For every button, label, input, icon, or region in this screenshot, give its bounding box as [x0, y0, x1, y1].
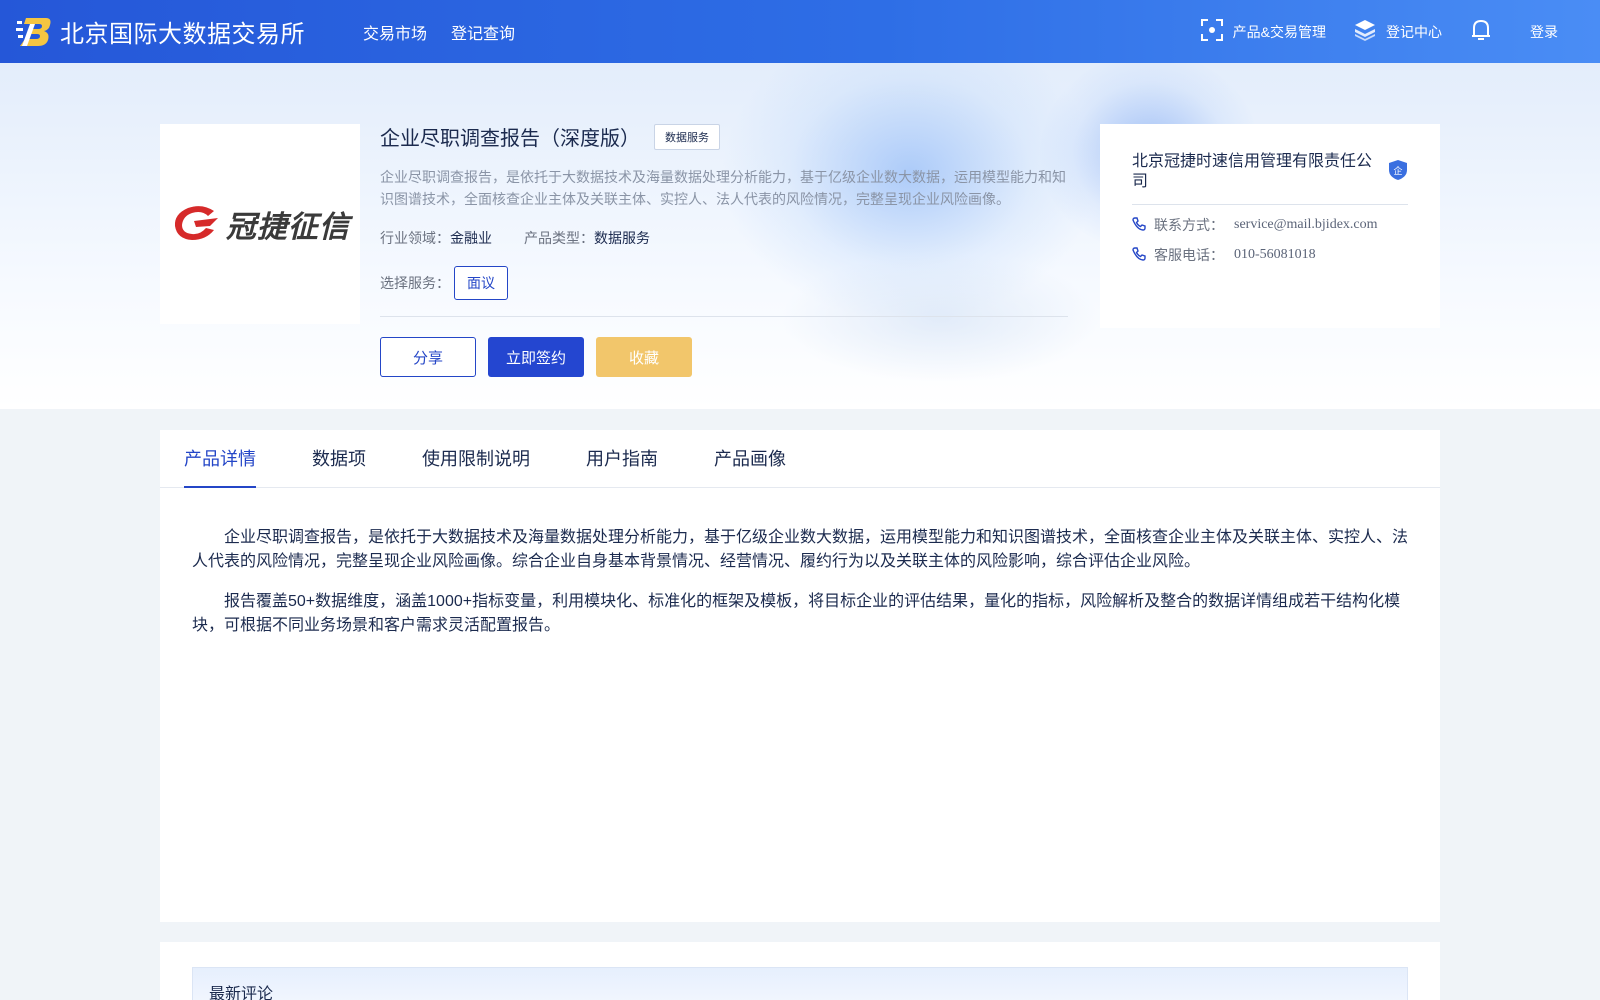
product-type-value: 数据服务	[594, 230, 650, 246]
service-phone: 010-56081018	[1234, 247, 1316, 262]
sign-now-button[interactable]: 立即签约	[488, 337, 584, 377]
detail-content: 企业尽职调查报告，是依托于大数据技术及海量数据处理分析能力，基于亿级企业数大数据…	[160, 488, 1440, 638]
enterprise-badge-text: 企	[1393, 165, 1402, 177]
product-type-label: 产品类型：	[524, 230, 594, 246]
phone-icon	[1132, 246, 1146, 264]
product-title-row: 企业尽职调查报告（深度版） 数据服务	[380, 122, 720, 151]
register-center-label: 登记中心	[1386, 23, 1442, 40]
company-name[interactable]: 北京冠捷时速信用管理有限责任公司	[1132, 152, 1382, 192]
product-detail-panel: 产品详情 数据项 使用限制说明 用户指南 产品画像 企业尽职调查报告，是依托于大…	[160, 430, 1440, 922]
tab-data-items[interactable]: 数据项	[312, 430, 366, 488]
detail-tabs: 产品详情 数据项 使用限制说明 用户指南 产品画像	[160, 430, 1440, 488]
guanjie-swoosh-icon	[174, 206, 218, 240]
enterprise-shield-icon: 企	[1388, 159, 1408, 186]
nav-trading-market[interactable]: 交易市场	[363, 20, 427, 44]
scan-icon	[1200, 19, 1223, 44]
logo-text: 冠捷征信	[226, 211, 350, 244]
service-option-negotiable[interactable]: 面议	[454, 266, 508, 300]
service-label: 选择服务：	[380, 275, 450, 291]
product-title: 企业尽职调查报告（深度版）	[380, 128, 640, 150]
tab-user-guide[interactable]: 用户指南	[586, 430, 658, 488]
share-button[interactable]: 分享	[380, 337, 476, 377]
service-phone-row: 客服电话： 010-56081018	[1132, 245, 1408, 265]
product-trade-management-label: 产品&交易管理	[1232, 23, 1326, 40]
bjidex-logo-icon	[16, 15, 52, 49]
tab-usage-restrictions[interactable]: 使用限制说明	[422, 430, 530, 488]
company-header: 北京冠捷时速信用管理有限责任公司 企	[1132, 152, 1408, 205]
layers-icon	[1354, 19, 1376, 44]
nav-registration-query[interactable]: 登记查询	[451, 20, 515, 44]
service-selector: 选择服务： 面议	[380, 266, 508, 300]
phone-label: 客服电话：	[1154, 247, 1224, 263]
detail-paragraph: 企业尽职调查报告，是依托于大数据技术及海量数据处理分析能力，基于亿级企业数大数据…	[192, 529, 1409, 570]
login-link[interactable]: 登录	[1530, 22, 1558, 42]
tab-product-profile[interactable]: 产品画像	[714, 430, 786, 488]
product-type-field: 产品类型：数据服务	[524, 228, 650, 248]
industry-label: 行业领域：	[380, 230, 450, 246]
product-actions: 分享 立即签约 收藏	[380, 337, 692, 377]
comments-title: 最新评论	[192, 967, 1408, 1000]
site-title: 北京国际大数据交易所	[60, 21, 305, 48]
product-description: 企业尽职调查报告，是依托于大数据技术及海量数据处理分析能力，基于亿级企业数大数据…	[380, 169, 1066, 207]
phone-icon	[1132, 216, 1146, 234]
product-meta: 行业领域：金融业 产品类型：数据服务	[380, 228, 650, 248]
contact-row: 联系方式： service@mail.bjidex.com	[1132, 215, 1408, 235]
industry-value: 金融业	[450, 230, 492, 246]
detail-paragraph: 报告覆盖50+数据维度，涵盖1000+指标变量，利用模块化、标准化的框架及模板，…	[192, 593, 1401, 634]
contact-email: service@mail.bjidex.com	[1234, 217, 1378, 232]
top-header: 北京国际大数据交易所 交易市场 登记查询 产品&交易管理 登记中心 登录	[0, 0, 1600, 63]
industry-field: 行业领域：金融业	[380, 228, 492, 248]
tab-product-detail[interactable]: 产品详情	[184, 430, 256, 488]
bell-icon[interactable]	[1470, 18, 1492, 45]
register-center-link[interactable]: 登记中心	[1354, 19, 1442, 44]
company-card: 北京冠捷时速信用管理有限责任公司 企 联系方式： service@mail.bj…	[1100, 124, 1440, 328]
comments-section: 最新评论	[160, 942, 1440, 1000]
header-actions: 产品&交易管理 登记中心 登录	[1200, 0, 1600, 63]
contact-label: 联系方式：	[1154, 217, 1224, 233]
main-nav: 交易市场 登记查询	[363, 20, 515, 44]
divider	[380, 316, 1068, 317]
brand[interactable]: 北京国际大数据交易所	[16, 14, 305, 49]
favorite-button[interactable]: 收藏	[596, 337, 692, 377]
product-type-tag: 数据服务	[654, 123, 720, 150]
product-logo-card: 冠捷征信	[160, 124, 360, 324]
guanjie-credit-logo: 冠捷征信	[170, 202, 350, 246]
product-trade-management-link[interactable]: 产品&交易管理	[1200, 19, 1326, 44]
hero-decoration	[780, 253, 1100, 383]
